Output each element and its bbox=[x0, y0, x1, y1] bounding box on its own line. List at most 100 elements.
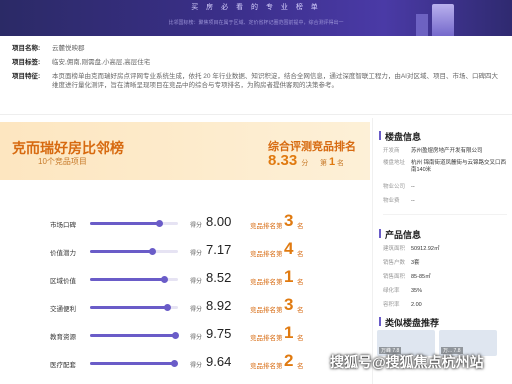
panel-key: 物业费 bbox=[383, 198, 400, 204]
panel-key: 开发商 bbox=[383, 148, 400, 154]
panel-row-plot-ratio: 容积率 2.00 bbox=[383, 302, 511, 309]
panel-value: 50912.92㎡ bbox=[411, 246, 440, 252]
score-label: 教育资源 bbox=[50, 334, 76, 341]
rank-label: 竞品排名第 bbox=[250, 279, 283, 286]
rank-number: 4 bbox=[284, 239, 294, 258]
score-bar-knob bbox=[170, 360, 178, 367]
panel-value: 35% bbox=[411, 288, 423, 294]
project-info: 项目名称: 云麓悦映郡 项目标签: 临安,佣南,刚需盘,小高层,高层住宅 项目特… bbox=[12, 44, 502, 95]
score-bar-fill bbox=[90, 250, 154, 253]
score-bar bbox=[90, 360, 178, 367]
panel-value: -- bbox=[411, 198, 415, 204]
panel-row-area: 建筑面积 50912.92㎡ bbox=[383, 246, 511, 253]
score-bar-knob bbox=[160, 276, 168, 283]
score-bar-fill bbox=[90, 362, 175, 365]
score-row: 价值潜力 得分 7.17 竞品排名第 4 名 bbox=[0, 238, 370, 266]
score-label: 市场口碑 bbox=[50, 222, 76, 229]
panel-value: 杭州 锦南街道凤麓街与云锦路交叉口西南140米 bbox=[411, 160, 507, 173]
score-value: 8.52 bbox=[206, 270, 232, 285]
rank-suffix: 名 bbox=[297, 307, 304, 314]
panel-divider bbox=[383, 214, 507, 215]
panel-value: 3套 bbox=[411, 260, 420, 266]
rank-number: 3 bbox=[284, 211, 294, 230]
building-illustration bbox=[416, 14, 428, 36]
rank-label: 竞品排名第 bbox=[250, 335, 283, 342]
similar-title: 类似楼盘推荐 bbox=[378, 317, 440, 328]
panel-row-address: 楼盘地址 杭州 锦南街道凤麓街与云锦路交叉口西南140米 bbox=[383, 160, 511, 174]
panel-row-property-fee: 物业费 -- bbox=[383, 198, 511, 205]
score-row: 市场口碑 得分 8.00 竞品排名第 3 名 bbox=[0, 210, 370, 238]
rank-suffix: 名 bbox=[297, 363, 304, 370]
score-bar-knob bbox=[171, 332, 179, 339]
rank-label: 竞品排名第 bbox=[250, 307, 283, 314]
project-name-row: 项目名称: 云麓悦映郡 bbox=[12, 44, 502, 53]
info-panel: 楼盘信息 开发商 苏州盈煜房地产开发有限公司 楼盘地址 杭州 锦南街道凤麓街与云… bbox=[372, 118, 512, 384]
ranking-subtitle: 10个竞品项目 bbox=[38, 157, 87, 166]
rank-number: 1 bbox=[284, 323, 294, 342]
panel-key: 销售户数 bbox=[383, 260, 406, 266]
panel-key: 楼盘地址 bbox=[383, 160, 406, 166]
overall-rank-value: 1 bbox=[328, 156, 336, 168]
overall-score-value: 8.33 bbox=[268, 152, 298, 169]
score-bar-knob bbox=[156, 220, 164, 227]
score-bar bbox=[90, 220, 178, 227]
score-value: 9.64 bbox=[206, 354, 232, 369]
score-unit: 得分 bbox=[190, 307, 203, 313]
panel-value: 85-85㎡ bbox=[411, 274, 431, 280]
score-row: 医疗配套 得分 9.64 竞品排名第 2 名 bbox=[0, 350, 370, 378]
score-value: 8.00 bbox=[206, 214, 232, 229]
ranking-title: 克而瑞好房比邻榜 bbox=[12, 140, 124, 156]
panel-key: 建筑面积 bbox=[383, 246, 406, 252]
top-banner: 买 房 必 看 的 专 业 榜 单 比邻国标榜：聚焦项目在属于区域、定价省杯记圈… bbox=[0, 0, 512, 36]
score-unit: 得分 bbox=[190, 223, 203, 229]
panel-row-developer: 开发商 苏州盈煜房地产开发有限公司 bbox=[383, 148, 511, 155]
panel-key: 物业公司 bbox=[383, 184, 406, 190]
score-row: 交通便利 得分 8.92 竞品排名第 3 名 bbox=[0, 294, 370, 322]
score-value: 7.17 bbox=[206, 242, 232, 257]
rank-label: 竞品排名第 bbox=[250, 223, 283, 230]
score-row: 教育资源 得分 9.75 竞品排名第 1 名 bbox=[0, 322, 370, 350]
score-value: 9.75 bbox=[206, 326, 232, 341]
score-bar-fill bbox=[90, 222, 161, 225]
rank-suffix: 名 bbox=[297, 335, 304, 342]
rank-label: 竞品排名第 bbox=[250, 363, 283, 370]
rank-suffix: 名 bbox=[297, 251, 304, 258]
overall-score: 8.33 分 bbox=[268, 152, 308, 169]
panel-value: 2.00 bbox=[411, 302, 422, 308]
overall-rank-prefix: 第 bbox=[320, 160, 327, 167]
watermark: 搜狐号@搜狐焦点杭州站 bbox=[330, 354, 484, 370]
overall-score-unit: 分 bbox=[301, 160, 309, 167]
score-bar-fill bbox=[90, 334, 176, 337]
score-unit: 得分 bbox=[190, 279, 203, 285]
score-bar bbox=[90, 304, 178, 311]
panel-key: 销售面积 bbox=[383, 274, 406, 280]
section-divider bbox=[0, 114, 512, 115]
overall-rank: 第 1 名 bbox=[320, 156, 344, 168]
score-bar-fill bbox=[90, 278, 165, 281]
project-tags-row: 项目标签: 临安,佣南,刚需盘,小高层,高层住宅 bbox=[12, 58, 502, 67]
trophy-illustration bbox=[432, 4, 454, 36]
panel-value: -- bbox=[411, 184, 415, 190]
project-tags-label: 项目标签: bbox=[12, 59, 41, 66]
rank-suffix: 名 bbox=[297, 223, 304, 230]
score-bar bbox=[90, 276, 178, 283]
score-bar-fill bbox=[90, 306, 169, 309]
project-tags-value: 临安,佣南,刚需盘,小高层,高层住宅 bbox=[52, 59, 151, 66]
panel-key: 容积率 bbox=[383, 302, 400, 308]
building-info-title: 楼盘信息 bbox=[378, 131, 422, 142]
score-bar bbox=[90, 332, 179, 339]
score-label: 交通便利 bbox=[50, 306, 76, 313]
panel-row-units: 销售户数 3套 bbox=[383, 260, 511, 267]
score-label: 价值潜力 bbox=[50, 250, 76, 257]
overall-rank-suffix: 名 bbox=[337, 160, 345, 167]
rank-suffix: 名 bbox=[297, 279, 304, 286]
panel-row-sale-area: 销售面积 85-85㎡ bbox=[383, 274, 511, 281]
project-name-label: 项目名称: bbox=[12, 45, 41, 52]
project-features-row: 项目特征: 本页面榜单由克而瑞好房点评网专业系统生成，依托 20 年行业数据、知… bbox=[12, 72, 502, 90]
project-features-value: 本页面榜单由克而瑞好房点评网专业系统生成，依托 20 年行业数据、知识积淀，结合… bbox=[52, 73, 498, 89]
score-value: 8.92 bbox=[206, 298, 232, 313]
panel-row-property-company: 物业公司 -- bbox=[383, 184, 511, 191]
panel-value: 苏州盈煜房地产开发有限公司 bbox=[411, 148, 483, 154]
score-bar-knob bbox=[164, 304, 172, 311]
rank-number: 2 bbox=[284, 351, 294, 370]
